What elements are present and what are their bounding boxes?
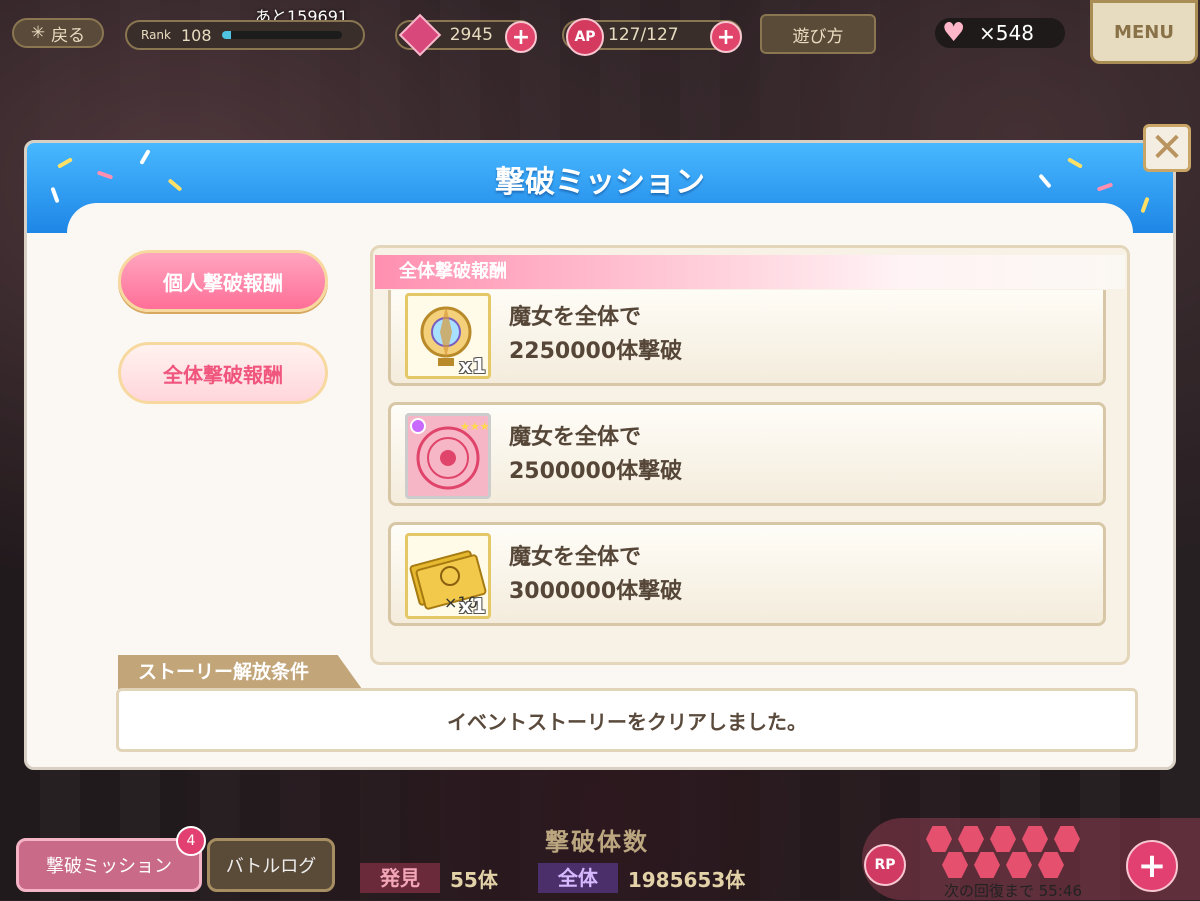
menu-button[interactable]: MENU: [1090, 0, 1198, 64]
mission-badge: 4: [176, 826, 206, 856]
rank-display: Rank 108: [125, 20, 365, 50]
reward-item: ×10 x1 魔女を全体で 3000000体撃破: [388, 522, 1106, 626]
story-condition-box: イベントストーリーをクリアしました。: [116, 688, 1138, 752]
rank-label: Rank: [141, 28, 171, 42]
reward-thumbnail[interactable]: x1: [405, 293, 491, 379]
tab-all-reward[interactable]: 全体撃破報酬: [118, 342, 328, 404]
battle-log-button[interactable]: バトルログ: [207, 838, 335, 892]
defeat-count-title: 撃破体数: [545, 828, 649, 856]
tab-personal-reward[interactable]: 個人撃破報酬: [118, 250, 328, 312]
top-bar: ✳ 戻る あと159691 Rank 108 2945 + 127/127 AP…: [0, 0, 1200, 70]
story-condition-tab: ストーリー解放条件: [118, 655, 362, 689]
close-icon: ✕: [1150, 125, 1184, 171]
rank-value: 108: [180, 25, 212, 45]
found-value: 55体: [450, 867, 498, 892]
reward-item: x1 魔女を全体で 2250000体撃破: [388, 290, 1106, 386]
reward-condition-line2: 3000000体撃破: [509, 579, 683, 604]
all-value: 1985653体: [627, 867, 746, 892]
recover-timer: 次の回復まで 55:46: [944, 882, 1082, 900]
add-ap-button[interactable]: +: [710, 21, 742, 53]
reward-condition-line1: 魔女を全体で: [509, 305, 642, 330]
back-button[interactable]: ✳ 戻る: [12, 18, 104, 48]
magic-circle-icon: ★★★: [408, 416, 488, 496]
back-label: 戻る: [51, 25, 86, 46]
reward-condition-line1: 魔女を全体で: [509, 545, 642, 570]
reward-thumbnail[interactable]: ★★★: [405, 413, 491, 499]
rank-progress-bar: [221, 31, 342, 39]
reward-thumbnail[interactable]: ×10 x1: [405, 533, 491, 619]
defeat-stats: 発見 55体 全体 1985653体: [360, 862, 785, 894]
rp-icon: RP: [864, 844, 906, 886]
howto-label: 遊び方: [792, 26, 844, 47]
close-button[interactable]: ✕: [1143, 124, 1191, 172]
all-label: 全体: [537, 863, 618, 893]
reward-condition-line2: 2500000体撃破: [509, 459, 683, 484]
reward-condition-line2: 2250000体撃破: [509, 339, 683, 364]
reward-item: ★★★ 魔女を全体で 2500000体撃破: [388, 402, 1106, 506]
star-icon: ✳: [30, 23, 46, 43]
tab-label: 個人撃破報酬: [163, 270, 283, 295]
modal-header: 撃破ミッション: [27, 143, 1173, 263]
reward-list[interactable]: x1 魔女を全体で 2250000体撃破 ★★★ 魔女を全体で 2500000体…: [388, 290, 1106, 635]
howto-button[interactable]: 遊び方: [760, 14, 876, 54]
add-rp-button[interactable]: +: [1126, 840, 1178, 892]
rank-progress-fill: [221, 31, 232, 39]
mission-button-label: 撃破ミッション: [46, 856, 172, 877]
story-condition-text: イベントストーリーをクリアしました。: [447, 709, 807, 734]
mission-button[interactable]: 撃破ミッション: [16, 838, 202, 892]
svg-text:★★★: ★★★: [460, 420, 488, 433]
heart-count: ×548: [979, 21, 1034, 45]
battle-log-label: バトルログ: [225, 856, 317, 877]
modal-title: 撃破ミッション: [495, 165, 705, 200]
heart-icon: ♥: [942, 18, 966, 48]
reward-quantity: x1: [459, 594, 486, 618]
found-label: 発見: [360, 863, 440, 893]
ap-icon: AP: [566, 18, 604, 56]
tab-label: 全体撃破報酬: [163, 362, 283, 387]
gem-count: 2945: [449, 25, 493, 45]
ap-value: 127/127: [608, 25, 679, 45]
reward-condition: 魔女を全体で 2250000体撃破: [509, 301, 682, 369]
reward-condition-line1: 魔女を全体で: [509, 425, 642, 450]
menu-label: MENU: [1114, 21, 1174, 43]
reward-section-header: 全体撃破報酬: [375, 255, 1125, 289]
reward-condition: 魔女を全体で 3000000体撃破: [509, 541, 682, 609]
reward-quantity: x1: [459, 354, 486, 378]
reward-condition: 魔女を全体で 2500000体撃破: [509, 421, 682, 489]
add-gems-button[interactable]: +: [505, 21, 537, 53]
